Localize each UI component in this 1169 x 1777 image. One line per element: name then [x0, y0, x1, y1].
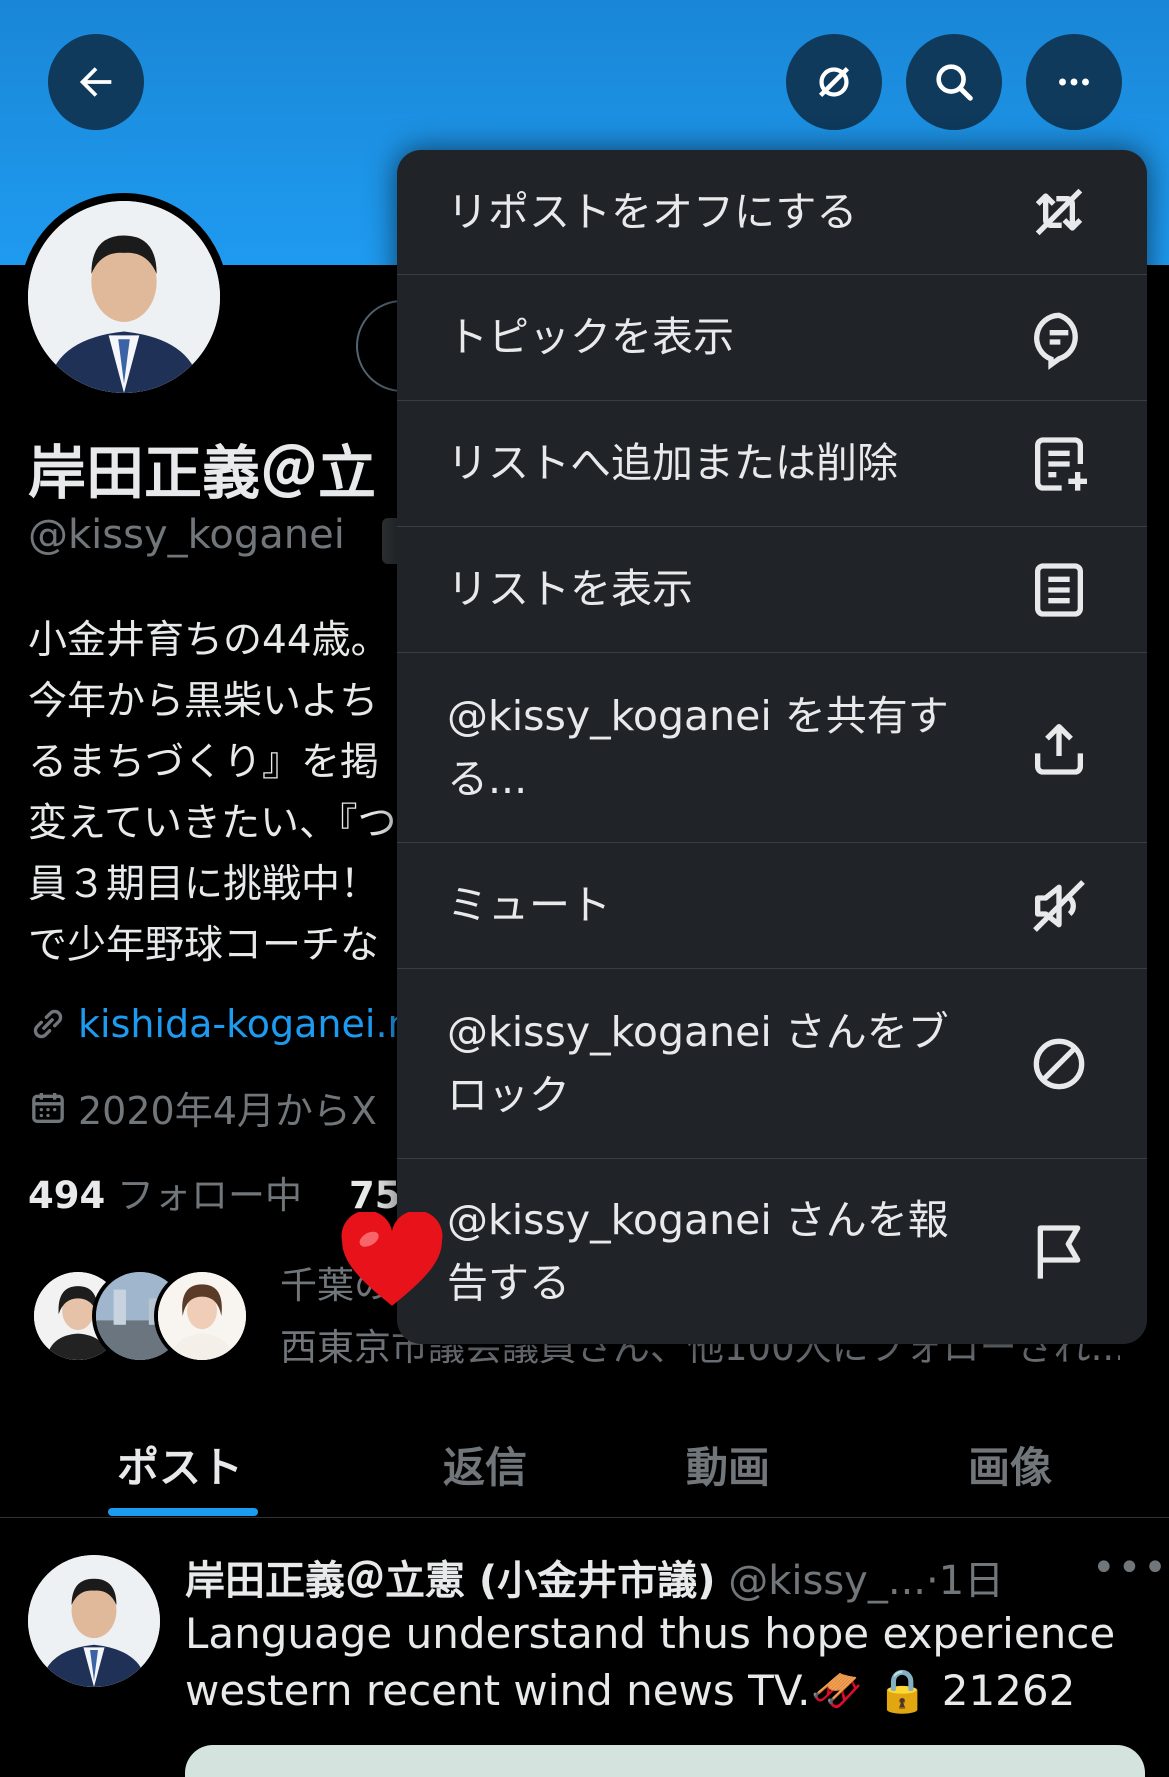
more-button[interactable] — [1026, 34, 1122, 130]
tweet-author-handle[interactable]: @kissy_... — [728, 1558, 926, 1604]
tweet-avatar[interactable] — [28, 1555, 160, 1687]
grok-button[interactable] — [786, 34, 882, 130]
search-button[interactable] — [906, 34, 1002, 130]
topic-icon — [1027, 306, 1091, 370]
more-horizontal-icon — [1059, 78, 1089, 86]
active-tab-indicator — [108, 1508, 258, 1516]
menu-item-block[interactable]: @kissy_koganei さんをブロック — [397, 969, 1147, 1159]
list-add-icon — [1027, 432, 1091, 496]
menu-item-view-topics[interactable]: トピックを表示 — [397, 275, 1147, 401]
follower-avatar — [154, 1268, 250, 1364]
profile-avatar[interactable] — [20, 193, 228, 401]
menu-item-add-remove-lists[interactable]: リストへ追加または削除 — [397, 401, 1147, 527]
menu-item-view-lists[interactable]: リストを表示 — [397, 527, 1147, 653]
tweet-text: Language understand thus hope experience… — [185, 1609, 1116, 1715]
profile-handle: @kissy_koganei — [28, 512, 345, 558]
tab-videos[interactable]: 動画 — [628, 1410, 828, 1518]
grok-icon — [818, 66, 850, 98]
share-icon — [1027, 716, 1091, 780]
menu-item-mute[interactable]: ミュート — [397, 843, 1147, 969]
profile-website-link[interactable]: kishida-koganei.n — [78, 1002, 412, 1046]
profile-name: 岸田正義＠立 — [28, 439, 377, 507]
followed-by-avatars[interactable] — [30, 1268, 260, 1368]
repost-off-icon — [1027, 180, 1091, 244]
back-button[interactable] — [48, 34, 144, 130]
tweet-more-icon[interactable]: ••• — [1092, 1545, 1169, 1591]
flag-icon — [1027, 1220, 1091, 1284]
tweet-media[interactable] — [185, 1745, 1145, 1777]
calendar-icon — [32, 1092, 64, 1123]
mute-icon — [1027, 874, 1091, 938]
tweet-header: 岸田正義＠立憲 (小金井市議) @kissy_...·1日 — [185, 1548, 1065, 1606]
link-icon — [33, 1009, 63, 1039]
tweet-time: ·1日 — [926, 1558, 1005, 1604]
menu-item-report[interactable]: @kissy_koganei さんを報告する — [397, 1159, 1147, 1344]
person-photo — [28, 1555, 160, 1687]
joined-date: 2020年4月からX — [78, 1089, 377, 1133]
tab-posts[interactable]: ポスト — [80, 1410, 280, 1518]
joined-row: 2020年4月からX — [28, 1080, 377, 1135]
tweet-author-name[interactable]: 岸田正義＠立憲 (小金井市議) — [185, 1558, 716, 1604]
profile-more-menu: リポストをオフにする トピックを表示 リストへ追加または削除 リストを表示 @k… — [397, 150, 1147, 1344]
menu-item-share-profile[interactable]: @kissy_koganei を共有する... — [397, 653, 1147, 843]
search-icon — [936, 64, 973, 101]
follow-stats: 494 フォロー中 759 — [28, 1165, 426, 1219]
heart-icon — [341, 1212, 443, 1306]
following-label[interactable]: フォロー中 — [117, 1174, 302, 1217]
tab-images[interactable]: 画像 — [910, 1410, 1110, 1518]
list-icon — [1027, 558, 1091, 622]
profile-link-row: kishida-koganei.n — [28, 1002, 412, 1046]
menu-item-repost-off[interactable]: リポストをオフにする — [397, 150, 1147, 275]
profile-tabs: ポスト 返信 動画 画像 — [0, 1410, 1169, 1518]
block-icon — [1027, 1032, 1091, 1096]
profile-bio: 小金井育ちの44歳。 今年から黒柴いよち るまちづくり』を掲 変えていきたい、『… — [28, 618, 397, 968]
person-photo — [28, 201, 220, 393]
following-count[interactable]: 494 — [28, 1174, 105, 1217]
arrow-left-icon — [79, 67, 112, 97]
tab-replies[interactable]: 返信 — [385, 1410, 585, 1518]
